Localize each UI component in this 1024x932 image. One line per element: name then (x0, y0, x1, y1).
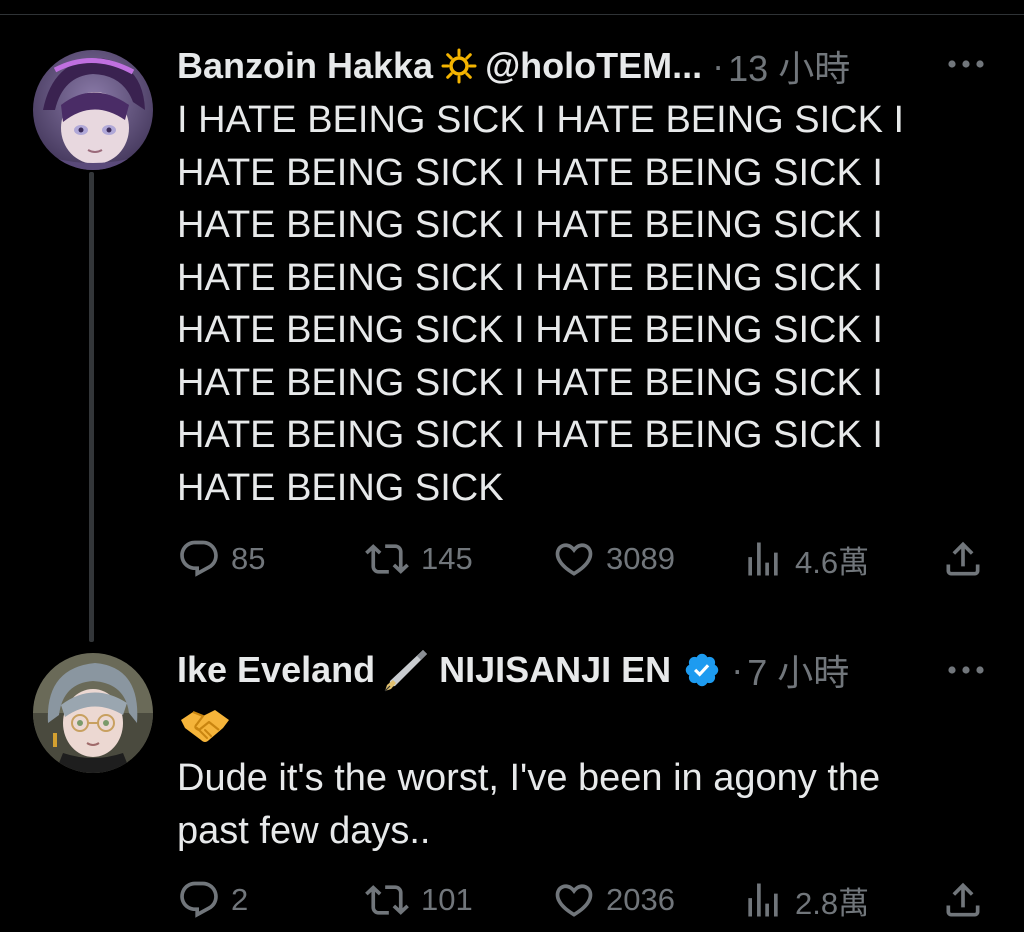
more-options-icon[interactable] (946, 650, 986, 690)
reply-button[interactable]: 85 (177, 537, 265, 581)
timestamp[interactable]: 13 小時 (728, 40, 850, 92)
fountain-pen-icon (379, 647, 429, 693)
separator-dot: · (712, 45, 725, 86)
views-count: 4.6萬 (795, 544, 870, 580)
tweet-text: Dude it's the worst, I've been in agony … (177, 757, 881, 852)
heart-icon (555, 543, 593, 576)
retweet-icon (365, 885, 409, 915)
author-name[interactable]: Ike Eveland (177, 649, 375, 691)
reply-button[interactable]: 2 (177, 878, 248, 922)
verified-badge-icon (683, 651, 721, 689)
sun-emoji-icon (441, 48, 477, 84)
like-count: 3089 (606, 541, 675, 576)
retweet-icon (365, 544, 409, 574)
thread-line (89, 172, 94, 642)
reply-count: 85 (231, 541, 266, 576)
heart-icon (555, 884, 593, 917)
separator-dot: · (731, 649, 744, 690)
views-icon (748, 542, 778, 576)
views-icon (748, 883, 778, 917)
action-bar: 2 101 2036 2.8萬 (177, 878, 989, 922)
like-button[interactable]: 2036 (552, 878, 675, 922)
like-button[interactable]: 3089 (552, 537, 675, 581)
tweet-header: Banzoin Hakka @holoTEM... · 13 小時 (177, 44, 850, 89)
timestamp[interactable]: 7 小時 (747, 644, 849, 696)
views-button[interactable]: 2.8萬 (741, 878, 869, 922)
more-options-icon[interactable] (946, 44, 986, 84)
tweet-ike[interactable]: Ike Eveland NIJISANJI EN · 7 小時 Dude it'… (0, 640, 1024, 932)
handshake-emoji-icon (179, 706, 231, 751)
avatar-image (33, 653, 153, 773)
share-button[interactable] (941, 537, 985, 581)
author-name[interactable]: Banzoin Hakka (177, 45, 433, 87)
retweet-button[interactable]: 145 (363, 537, 473, 581)
retweet-count: 101 (421, 882, 473, 917)
author-handle[interactable]: @holoTEM... (485, 45, 702, 87)
reply-icon (180, 881, 218, 918)
retweet-count: 145 (421, 541, 473, 576)
avatar-image (33, 50, 153, 170)
reply-count: 2 (231, 882, 249, 917)
avatar[interactable] (33, 50, 153, 170)
share-icon (946, 541, 980, 576)
reply-icon (180, 540, 218, 577)
retweet-button[interactable]: 101 (363, 878, 473, 922)
action-bar: 85 145 3089 4.6萬 (177, 537, 989, 581)
views-count: 2.8萬 (795, 885, 870, 921)
tweet-header: Ike Eveland NIJISANJI EN · 7 小時 (177, 647, 849, 693)
author-name-suffix[interactable]: NIJISANJI EN (439, 649, 671, 691)
avatar[interactable] (33, 653, 153, 773)
share-button[interactable] (941, 878, 985, 922)
like-count: 2036 (606, 882, 675, 917)
tweet-banzoin[interactable]: Banzoin Hakka @holoTEM... · 13 小時 I HATE… (0, 0, 1024, 642)
views-button[interactable]: 4.6萬 (741, 537, 869, 581)
share-icon (946, 882, 980, 917)
tweet-text: I HATE BEING SICK I HATE BEING SICK I HA… (177, 99, 905, 509)
